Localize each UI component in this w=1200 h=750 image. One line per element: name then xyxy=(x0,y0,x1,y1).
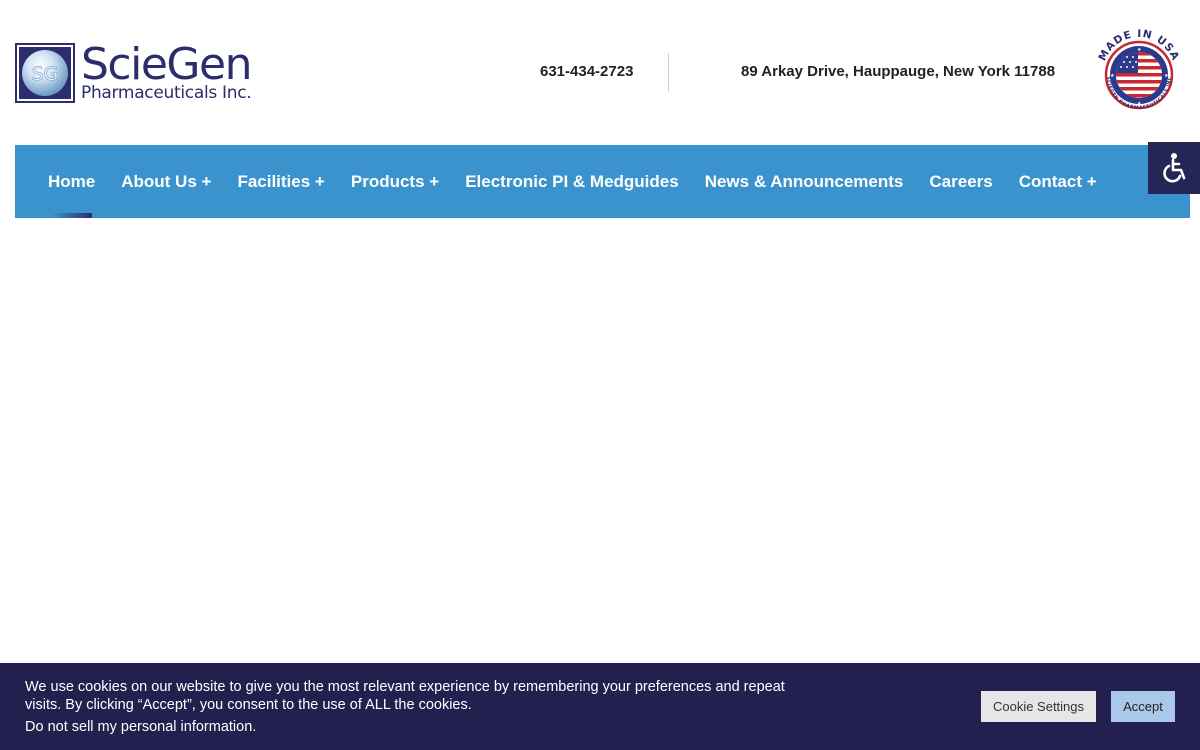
page: SG ScieGen Pharmaceuticals Inc. 631-434-… xyxy=(0,0,1200,750)
cookie-settings-button[interactable]: Cookie Settings xyxy=(981,691,1096,722)
nav-item-careers[interactable]: Careers xyxy=(929,172,992,192)
nav-item-electronic-pi[interactable]: Electronic PI & Medguides xyxy=(465,172,679,192)
logo[interactable]: SG ScieGen Pharmaceuticals Inc. xyxy=(15,40,280,106)
made-in-usa-badge: MADE IN USA ★ ★ ★ ★ SCIEGEN PHARMACEUTIC… xyxy=(1093,25,1185,121)
svg-text:★: ★ xyxy=(1110,73,1115,79)
logo-mark: SG xyxy=(15,43,75,103)
cookie-banner: We use cookies on our website to give yo… xyxy=(0,663,1200,750)
address: 89 Arkay Drive, Hauppauge, New York 1178… xyxy=(741,63,1056,80)
phone-number[interactable]: 631-434-2723 xyxy=(540,63,633,80)
usa-flag-seal-icon: MADE IN USA ★ ★ ★★ SCIEGEN PHARMACEUTICA… xyxy=(1096,28,1180,111)
svg-text:★: ★ xyxy=(1137,47,1142,53)
nav-active-indicator xyxy=(52,213,92,218)
nav-item-contact[interactable]: Contact + xyxy=(1019,172,1097,192)
accept-cookies-button[interactable]: Accept xyxy=(1111,691,1175,722)
logo-sphere-icon: SG xyxy=(22,50,68,96)
cookie-message: We use cookies on our website to give yo… xyxy=(25,679,785,713)
nav-item-home[interactable]: Home xyxy=(48,172,95,192)
nav-item-news[interactable]: News & Announcements xyxy=(705,172,904,192)
logo-subtitle: Pharmaceuticals Inc. xyxy=(81,83,252,103)
logo-name: ScieGen xyxy=(81,39,252,90)
svg-text:SG: SG xyxy=(32,63,59,85)
header-divider xyxy=(668,53,669,92)
wheelchair-icon xyxy=(1163,153,1186,183)
do-not-sell-link[interactable]: Do not sell my personal information. xyxy=(25,718,256,736)
nav-item-facilities[interactable]: Facilities + xyxy=(237,172,324,192)
accessibility-toggle-button[interactable] xyxy=(1148,142,1200,194)
nav-item-products[interactable]: Products + xyxy=(351,172,439,192)
nav-item-about-us[interactable]: About Us + xyxy=(121,172,211,192)
nav-items: Home About Us + Facilities + Products + … xyxy=(48,145,1123,218)
main-nav: Home About Us + Facilities + Products + … xyxy=(15,145,1190,218)
